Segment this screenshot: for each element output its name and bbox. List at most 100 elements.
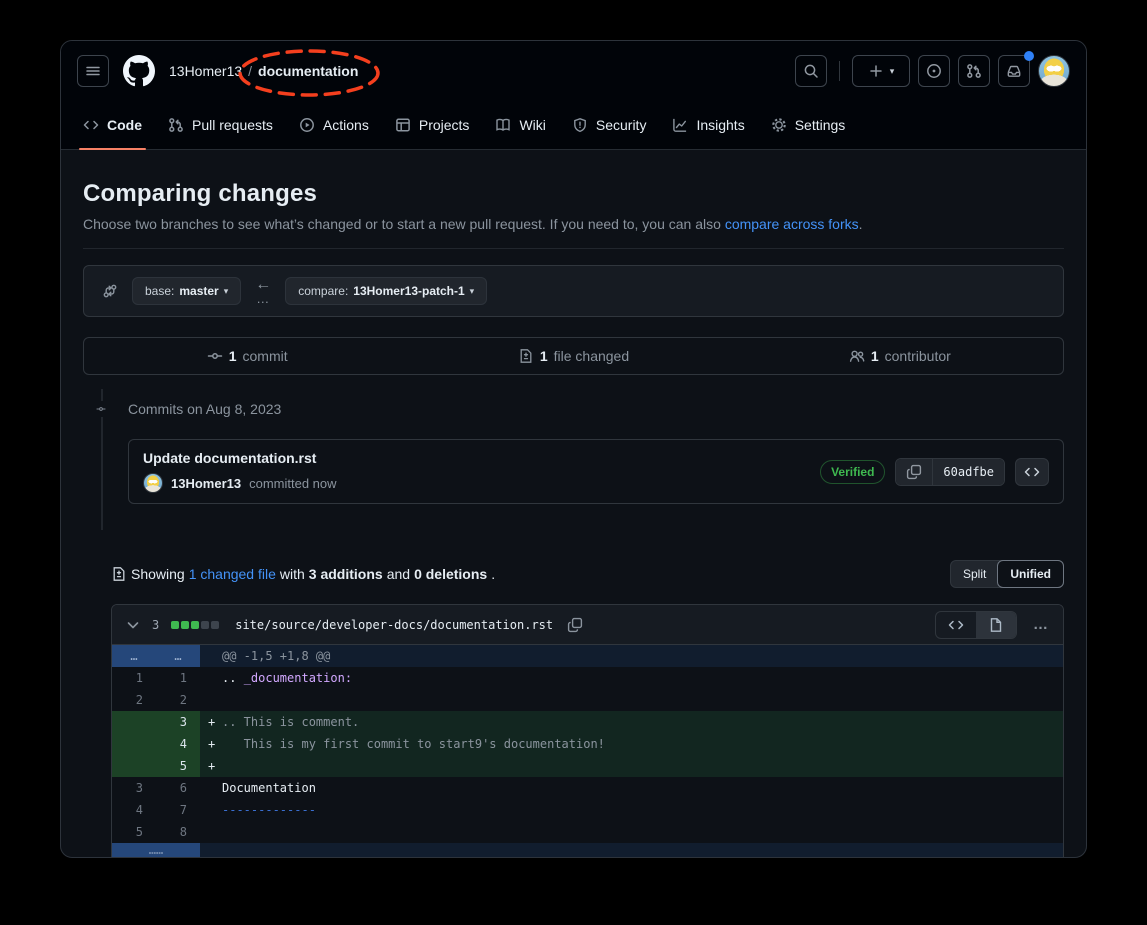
breadcrumb: 13Homer13 / documentation [169, 63, 358, 79]
repo-name[interactable]: documentation [258, 63, 358, 79]
code-line[interactable]: .. _documentation: [200, 667, 1063, 689]
tab-wiki[interactable]: Wiki [485, 101, 555, 149]
tab-actions[interactable]: Actions [289, 101, 379, 149]
octocat-icon [123, 55, 155, 87]
commits-section: Commits on Aug 8, 2023 Update documentat… [83, 385, 1064, 530]
hamburger-menu-button[interactable] [77, 55, 109, 87]
ellipsis-icon: … [256, 292, 270, 305]
line-number-new[interactable]: 8 [156, 821, 200, 843]
tab-label: Pull requests [192, 117, 273, 133]
compare-branch-button[interactable]: compare: 13Homer13-patch-1 ▾ [285, 277, 487, 305]
commit-author-avatar[interactable] [143, 473, 163, 493]
expand-hunk-button[interactable]: ┄┄ [112, 843, 200, 858]
line-number-new[interactable]: 2 [156, 689, 200, 711]
line-number-new[interactable]: 6 [156, 777, 200, 799]
stat-contributor[interactable]: 1contributor [737, 348, 1063, 364]
gear-icon [771, 117, 787, 133]
collapse-file-button[interactable] [122, 617, 144, 633]
diff-added-row: 3+.. This is comment. [112, 711, 1063, 733]
base-branch-button[interactable]: base: master ▾ [132, 277, 241, 305]
code-line[interactable] [200, 689, 1063, 711]
code-line[interactable]: ------------- [200, 799, 1063, 821]
file-path[interactable]: site/source/developer-docs/documentation… [235, 618, 553, 632]
plus-icon [868, 63, 884, 79]
issue-opened-icon [926, 63, 942, 79]
breadcrumb-repo[interactable]: documentation [258, 63, 358, 79]
code-segment: .. This is comment. [222, 715, 359, 729]
stat-label: contributor [885, 348, 951, 364]
commit-author[interactable]: 13Homer13 [171, 476, 241, 491]
tab-settings[interactable]: Settings [761, 101, 856, 149]
line-number-new[interactable]: 1 [156, 667, 200, 689]
line-number-new[interactable]: 7 [156, 799, 200, 821]
shield-icon [572, 117, 588, 133]
tab-code[interactable]: Code [73, 101, 152, 149]
line-number-old[interactable]: 5 [112, 821, 156, 843]
line-number-old[interactable]: 1 [112, 667, 156, 689]
unified-view-button[interactable]: Unified [997, 560, 1064, 588]
line-number-old[interactable] [112, 711, 156, 733]
diff-view-toggle: Split Unified [950, 560, 1064, 588]
stat-file-changed[interactable]: 1file changed [410, 348, 736, 364]
line-number-old[interactable] [112, 755, 156, 777]
code-segment: _documentation: [244, 671, 352, 685]
commit-icon [93, 401, 109, 417]
tab-projects[interactable]: Projects [385, 101, 480, 149]
tab-pull-requests[interactable]: Pull requests [158, 101, 283, 149]
compare-label: compare: [298, 284, 348, 298]
line-number-new[interactable]: 3 [156, 711, 200, 733]
inbox-icon [1006, 63, 1022, 79]
issues-button[interactable] [918, 55, 950, 87]
verified-badge[interactable]: Verified [820, 460, 885, 484]
rich-diff-button[interactable] [976, 612, 1016, 638]
diff-hunk-row: ……@@ -1,5 +1,8 @@ [112, 645, 1063, 667]
commit-icon [207, 348, 223, 364]
hunk-gutter-new[interactable]: … [156, 645, 200, 667]
search-button[interactable] [795, 55, 827, 87]
kebab-menu-button[interactable]: … [1029, 616, 1053, 633]
tab-label: Security [596, 117, 647, 133]
code-line[interactable]: + [200, 755, 1063, 777]
commit-meta: 13Homer13 committed now [143, 473, 337, 493]
breadcrumb-owner[interactable]: 13Homer13 [169, 63, 242, 79]
copy-path-button[interactable] [567, 617, 583, 633]
page-subtitle: Choose two branches to see what’s change… [83, 216, 1064, 232]
tab-security[interactable]: Security [562, 101, 657, 149]
diff-square-neutral [201, 621, 209, 629]
line-number-new[interactable]: 4 [156, 733, 200, 755]
divider [83, 248, 1064, 249]
diff-stats-bar: 1commit1file changed1contributor [83, 337, 1064, 375]
stat-commit[interactable]: 1commit [84, 348, 410, 364]
code-line[interactable]: Documentation [200, 777, 1063, 799]
compare-across-forks-link[interactable]: compare across forks [725, 216, 859, 232]
line-number-new[interactable]: 5 [156, 755, 200, 777]
commit-title[interactable]: Update documentation.rst [143, 450, 337, 466]
play-icon [299, 117, 315, 133]
code-line[interactable]: + This is my first commit to start9's do… [200, 733, 1063, 755]
branch-direction: ← … [255, 277, 271, 305]
create-new-button[interactable]: ▾ [852, 55, 910, 87]
commit-sha: 60adfbe [943, 465, 994, 479]
github-logo[interactable] [123, 55, 155, 87]
source-view-button[interactable] [936, 612, 976, 638]
subtitle-period: . [859, 216, 863, 232]
line-number-old[interactable]: 4 [112, 799, 156, 821]
split-view-button[interactable]: Split [951, 561, 998, 587]
hunk-gutter-old[interactable]: … [112, 645, 156, 667]
code-line[interactable] [200, 821, 1063, 843]
tab-label: Projects [419, 117, 470, 133]
user-avatar[interactable] [1038, 55, 1070, 87]
changed-file-link[interactable]: 1 changed file [189, 566, 276, 582]
line-number-old[interactable]: 3 [112, 777, 156, 799]
pull-requests-button[interactable] [958, 55, 990, 87]
code-line[interactable]: +.. This is comment. [200, 711, 1063, 733]
line-number-old[interactable]: 2 [112, 689, 156, 711]
tab-insights[interactable]: Insights [662, 101, 754, 149]
summary-showing: Showing [131, 566, 185, 582]
commit-sha-link[interactable]: 60adfbe [932, 459, 1004, 485]
tab-label: Wiki [519, 117, 545, 133]
page-title: Comparing changes [83, 180, 1064, 208]
browse-code-button[interactable] [1015, 458, 1049, 486]
copy-sha-button[interactable] [896, 459, 932, 485]
line-number-old[interactable] [112, 733, 156, 755]
